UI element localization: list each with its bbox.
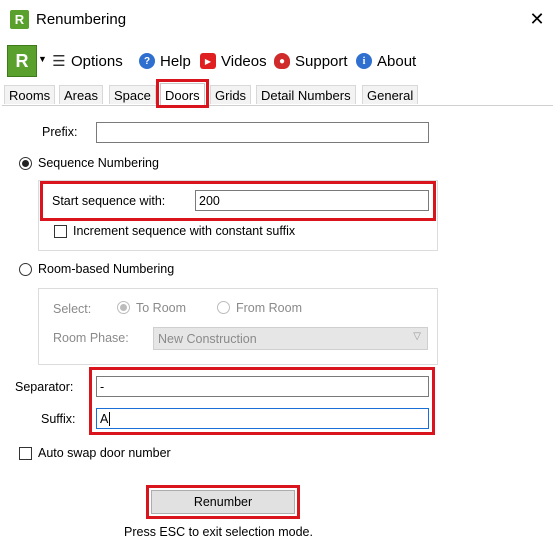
room-phase-value: New Construction bbox=[158, 331, 257, 346]
help-icon: ? bbox=[139, 53, 155, 69]
room-phase-label: Room Phase: bbox=[53, 331, 129, 345]
from-room-radio[interactable] bbox=[217, 301, 230, 314]
app-logo-button[interactable]: R bbox=[7, 45, 37, 77]
suffix-input[interactable]: A bbox=[96, 408, 429, 429]
prefix-input[interactable] bbox=[96, 122, 429, 143]
renumber-button[interactable]: Renumber bbox=[151, 490, 295, 514]
auto-swap-checkbox[interactable] bbox=[19, 447, 32, 460]
about-button[interactable]: i About bbox=[356, 51, 416, 71]
start-sequence-label: Start sequence with: bbox=[52, 194, 166, 208]
text-caret bbox=[109, 411, 111, 426]
increment-suffix-label: Increment sequence with constant suffix bbox=[73, 224, 296, 238]
help-button[interactable]: ? Help bbox=[139, 51, 191, 71]
sequence-numbering-label: Sequence Numbering bbox=[38, 156, 159, 170]
list-icon: ☰ bbox=[52, 53, 66, 70]
tab-space[interactable]: Space bbox=[109, 85, 156, 104]
radio-selected-dot bbox=[22, 160, 29, 167]
to-room-radio[interactable] bbox=[117, 301, 130, 314]
videos-label: Videos bbox=[221, 52, 267, 70]
tab-grids[interactable]: Grids bbox=[210, 85, 252, 104]
tab-areas[interactable]: Areas bbox=[59, 85, 103, 104]
about-label: About bbox=[377, 52, 417, 70]
select-label: Select: bbox=[53, 302, 92, 316]
tab-rooms[interactable]: Rooms bbox=[4, 85, 56, 104]
doors-tab-highlight bbox=[156, 79, 209, 108]
window-title: Renumbering bbox=[36, 11, 127, 28]
chevron-down-icon[interactable]: ▼ bbox=[38, 54, 47, 64]
separator-label: Separator: bbox=[15, 380, 74, 394]
from-room-label: From Room bbox=[236, 301, 302, 315]
separator-input[interactable]: - bbox=[96, 376, 429, 397]
prefix-label: Prefix: bbox=[42, 125, 78, 139]
start-sequence-input[interactable]: 200 bbox=[195, 190, 429, 211]
tab-strip-divider bbox=[2, 105, 553, 106]
app-icon: R bbox=[10, 10, 29, 29]
status-message: Press ESC to exit selection mode. bbox=[124, 525, 313, 539]
suffix-value: A bbox=[100, 411, 109, 426]
help-label: Help bbox=[160, 52, 191, 70]
tab-detail-numbers[interactable]: Detail Numbers bbox=[256, 85, 356, 104]
options-label: Options bbox=[71, 52, 123, 70]
app-logo-label: R bbox=[15, 50, 29, 71]
suffix-label: Suffix: bbox=[41, 412, 76, 426]
support-headset-icon: ● bbox=[274, 53, 290, 69]
auto-swap-label: Auto swap door number bbox=[38, 446, 171, 460]
room-based-numbering-radio[interactable] bbox=[19, 263, 32, 276]
info-icon: i bbox=[356, 53, 372, 69]
increment-suffix-checkbox[interactable] bbox=[54, 225, 67, 238]
room-phase-select[interactable]: New Construction ▽ bbox=[153, 327, 428, 350]
video-play-icon: ▶ bbox=[200, 53, 216, 69]
to-room-label: To Room bbox=[136, 301, 187, 315]
radio-selected-dot bbox=[120, 304, 127, 311]
chevron-down-icon: ▽ bbox=[413, 331, 421, 342]
close-icon[interactable]: ✕ bbox=[527, 8, 547, 30]
support-button[interactable]: ● Support bbox=[274, 51, 348, 71]
videos-button[interactable]: ▶ Videos bbox=[200, 51, 267, 71]
support-label: Support bbox=[295, 52, 348, 70]
sequence-numbering-radio[interactable] bbox=[19, 157, 32, 170]
room-based-numbering-label: Room-based Numbering bbox=[38, 262, 175, 276]
tab-general[interactable]: General bbox=[362, 85, 419, 104]
options-button[interactable]: ☰ Options bbox=[52, 51, 123, 71]
